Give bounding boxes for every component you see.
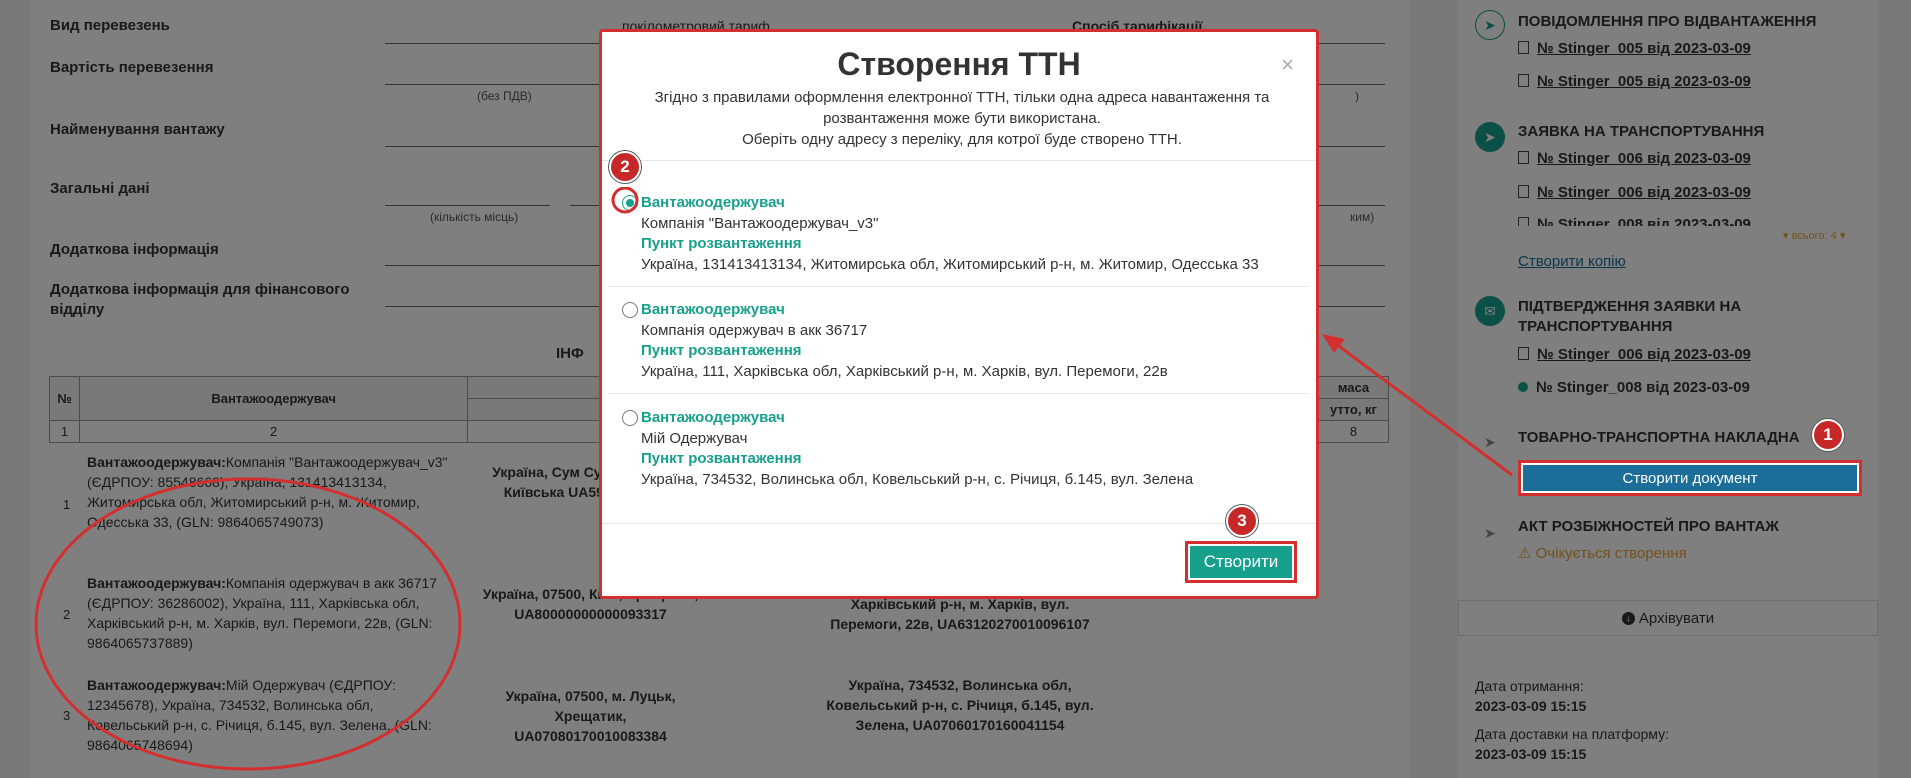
modal-desc-line: Згідно з правилами оформлення електронно… [654, 89, 1270, 127]
option-point: Пункт розвантаження [641, 450, 802, 467]
arrowhead [1322, 334, 1345, 353]
annotation-arrow [1331, 339, 1513, 477]
option-company: Компанія "Вантажоодержувач_v3" [641, 215, 879, 232]
step-badge-3: 3 [1226, 505, 1258, 537]
create-ttn-modal: Створення ТТН × Згідно з правилами оформ… [599, 29, 1319, 599]
divider [608, 286, 1308, 287]
step-badge-2: 2 [609, 151, 641, 183]
page: Вид перевезень покілометровий тариф Спос… [0, 0, 1911, 778]
modal-title: Створення ТТН [837, 46, 1081, 82]
radio-button[interactable] [622, 302, 638, 318]
option-role: Вантажоодержувач [641, 301, 785, 318]
step-badge-1: 1 [1812, 419, 1844, 451]
highlight-ellipse [34, 477, 462, 771]
option-point: Пункт розвантаження [641, 235, 802, 252]
option-role: Вантажоодержувач [641, 409, 785, 426]
radio-highlight [611, 187, 639, 214]
option-address: Україна, 111, Харківська обл, Харківськи… [641, 363, 1168, 380]
close-icon[interactable]: × [1281, 52, 1294, 78]
option-point: Пункт розвантаження [641, 342, 802, 359]
divider [608, 393, 1308, 394]
option-company: Компанія одержувач в акк 36717 [641, 322, 868, 339]
divider [602, 160, 1316, 161]
modal-desc-line: Оберіть одну адресу з переліку, для котр… [742, 131, 1182, 148]
option-address: Україна, 131413413134, Житомирська обл, … [641, 256, 1259, 273]
divider [602, 523, 1316, 524]
option-role: Вантажоодержувач [641, 194, 785, 211]
option-address: Україна, 734532, Волинська обл, Ковельсь… [641, 471, 1194, 488]
option-company: Мій Одержувач [641, 430, 748, 447]
modal-description: Згідно з правилами оформлення електронно… [642, 87, 1282, 150]
create-button[interactable]: Створити [1185, 541, 1297, 583]
radio-button[interactable] [622, 410, 638, 426]
